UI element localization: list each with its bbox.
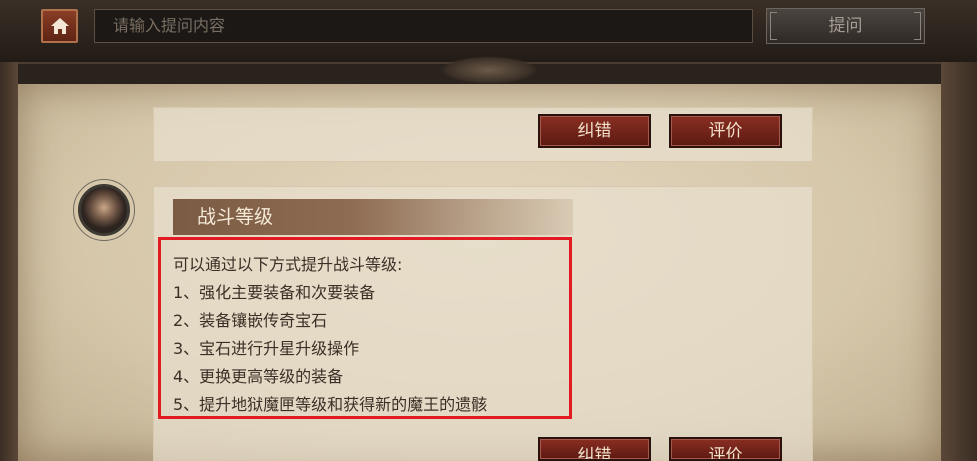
correct-button-bottom[interactable]: 纠错 [538,437,651,461]
assistant-avatar [73,179,135,241]
answer-line: 3、宝石进行升星升级操作 [173,339,360,358]
ask-button[interactable]: 提问 [766,8,925,44]
correct-button[interactable]: 纠错 [538,114,651,148]
answer-line: 4、更换更高等级的装备 [173,367,344,386]
question-input[interactable]: 请输入提问内容 [94,9,753,43]
right-frame [941,62,977,461]
answer-line: 1、强化主要装备和次要装备 [173,283,376,302]
rate-button-bottom[interactable]: 评价 [669,437,782,461]
answer-line: 5、提升地狱魔匣等级和获得新的魔王的遗骸 [173,395,488,414]
home-button[interactable] [41,9,78,43]
answer-line: 2、装备镶嵌传奇宝石 [173,311,328,330]
top-bar: 请输入提问内容 提问 [0,0,977,64]
home-icon [50,18,69,34]
left-frame [0,62,18,461]
answer-title: 战斗等级 [173,199,573,235]
answer-line: 可以通过以下方式提升战斗等级: [173,255,403,274]
ornament-decoration [440,56,538,84]
answer-text-highlight: 可以通过以下方式提升战斗等级: 1、强化主要装备和次要装备 2、装备镶嵌传奇宝石… [158,237,572,419]
rate-button[interactable]: 评价 [669,114,782,148]
